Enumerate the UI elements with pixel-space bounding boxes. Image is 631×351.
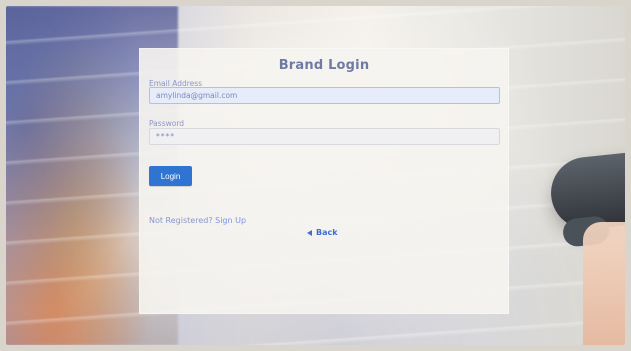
register-row: Not Registered? Sign Up (149, 216, 246, 225)
password-label: Password (149, 119, 185, 128)
background-scene: Brand Login Email Address Password Login… (6, 6, 625, 345)
email-field[interactable] (149, 87, 500, 104)
back-label: Back (316, 228, 338, 237)
password-field[interactable] (149, 128, 500, 145)
page-title: Brand Login (278, 58, 370, 73)
login-panel: Brand Login Email Address Password Login… (139, 48, 509, 314)
sign-up-link[interactable]: Sign Up (215, 216, 246, 225)
register-prompt: Not Registered? (149, 216, 213, 225)
login-button[interactable]: Login (149, 166, 192, 186)
back-link[interactable]: Back (307, 228, 338, 237)
hand-image (583, 222, 625, 345)
back-arrow-icon (307, 229, 312, 236)
